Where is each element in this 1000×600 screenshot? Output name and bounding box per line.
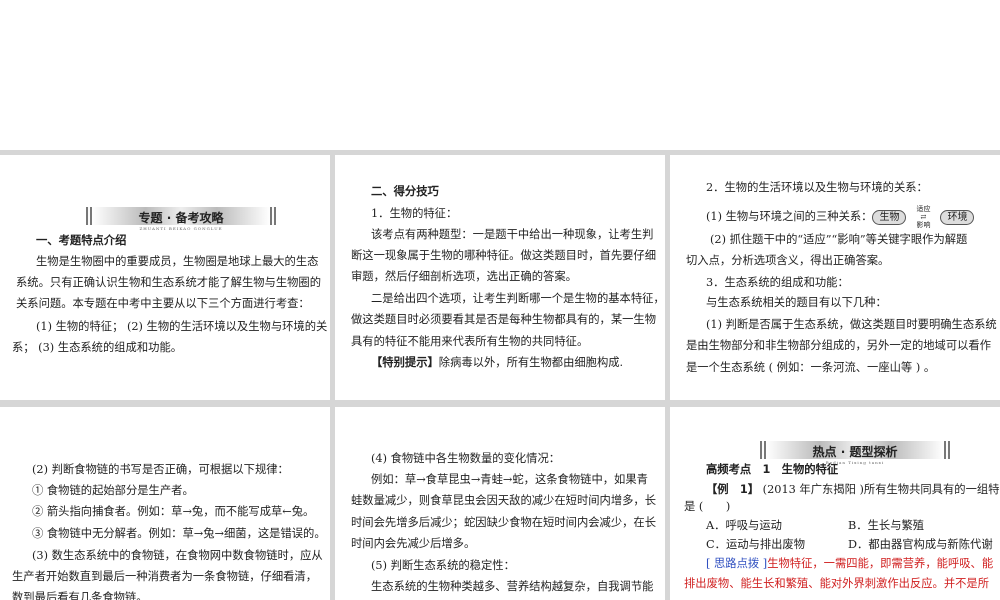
text-line: 生态系统的生物种类越多、营养结构越复杂，自我调节能 <box>371 580 654 593</box>
text-line: 2．生物的生活环境以及生物与环境的关系： <box>706 181 928 194</box>
banner-title: 热点 · 题型探析 <box>812 445 898 459</box>
text-line: 生物是生物圈中的重要成员，生物圈是地球上最大的生态 <box>36 255 319 268</box>
text-line: 时间会先增多后减少；蛇因缺少食物在短时间内会减少，在长 <box>351 516 657 529</box>
text-line: (1) 生物的特征； (2) 生物的生活环境以及生物与环境的关 <box>36 320 328 333</box>
example-text: 所有生物共同具有的一组特征 <box>863 483 1000 496</box>
section-heading: 一、考题特点介绍 <box>36 234 127 247</box>
text-line: 二是给出四个选项，让考生判断哪一个是生物的基本特征， <box>371 292 665 305</box>
tip-label: 【特别提示】 <box>371 356 439 369</box>
hint-line: [ 思路点拨 ]生物特征，一需四能，即需营养，能呼吸、能 <box>706 557 993 571</box>
text-line: 系统。只有正确认识生物和生态系统才能了解生物与生物圈的 <box>16 276 322 289</box>
text-line: 系； (3) 生态系统的组成和功能。 <box>12 341 183 354</box>
relation-line: (1) 生物与环境之间的三种关系： 生物适应 ⇄ 影响环境 <box>706 205 975 229</box>
tip-text: 除病毒以外，所有生物都由细胞构成. <box>438 356 624 369</box>
text-line: 生产者开始数直到最后一种消费者为一条食物链，仔细看清， <box>12 570 318 583</box>
text-line: 时间内会先减少后增多。 <box>351 537 476 550</box>
text-line: ② 箭头指向捕食者。例如：草→兔，而不能写成草←兔。 <box>32 505 315 518</box>
option-a: A．呼吸与运动 <box>706 519 782 532</box>
text-line: ③ 食物链中无分解者。例如：草→兔→细菌，这是错误的。 <box>32 527 326 540</box>
option-b: B．生长与繁殖 <box>848 519 925 532</box>
text-line: (3) 数生态系统中的食物链，在食物网中数食物链时，应从 <box>32 549 323 562</box>
example-source: (2013 年广东揭阳 ) <box>762 483 864 496</box>
influence-label: 影响 <box>916 221 931 229</box>
slide-2: 二、得分技巧 1．生物的特征： 该考点有两种题型：一是题干中给出一种现象，让考生… <box>335 155 665 400</box>
banner-title: 专题 · 备考攻略 <box>138 211 224 225</box>
text-line: 该考点有两种题型：一是题干中给出一种现象，让考生判 <box>371 228 654 241</box>
slide-6: 热点 · 题型探析 Redian Tixing tanxi 高频考点 1 生物的特… <box>670 407 1000 600</box>
topic-heading: 高频考点 1 生物的特征 <box>706 463 839 476</box>
text-line: 例如：草→食草昆虫→青蛙→蛇，这条食物链中，如果青 <box>371 473 648 486</box>
text-line: 蛙数量减少，则食草昆虫会因天敌的减少在短时间内增多，长 <box>351 494 657 507</box>
section-heading: 二、得分技巧 <box>371 185 439 198</box>
option-d: D．都由器官构成与新陈代谢 <box>848 538 993 551</box>
text-line: 切入点，分析选项含义，得出正确答案。 <box>686 254 890 267</box>
text-line: 数到最后看有几条食物链。 <box>12 591 148 600</box>
adapt-label: 适应 <box>916 205 931 213</box>
slide-4: (2) 判断食物链的书写是否正确，可根据以下规律： ① 食物链的起始部分是生产者… <box>0 407 330 600</box>
text-line: 1．生物的特征： <box>371 207 458 220</box>
example-label: 【例 1】 <box>706 483 760 496</box>
text-line: 是 ( ) <box>684 500 731 513</box>
text-line: (1) 判断是否属于生态系统，做这类题目时要明确生态系统 <box>706 318 997 331</box>
text-line: 3．生态系统的组成和功能： <box>706 276 849 289</box>
section-banner: 热点 · 题型探析 Redian Tixing tanxi <box>760 441 950 465</box>
slide-3: 2．生物的生活环境以及生物与环境的关系： (1) 生物与环境之间的三种关系： 生物… <box>670 155 1000 400</box>
hint-text: 排出废物、能生长和繁殖、能对外界刺激作出反应。并不是所 <box>684 577 990 590</box>
hint-text: 生物特征，一需四能，即需营养，能呼吸、能 <box>767 557 994 570</box>
relation-arrows: 适应 ⇄ 影响 <box>916 205 931 229</box>
text-line: ① 食物链的起始部分是生产者。 <box>32 484 194 497</box>
hint-label: [ 思路点拨 ] <box>706 557 768 570</box>
text-line: 具有的特征不能用来代表所有生物的共同特征。 <box>351 335 589 348</box>
environment-oval: 环境 <box>940 209 975 225</box>
text-line: (2) 抓住题干中的“适应”“影响”等关键字眼作为解题 <box>710 233 968 246</box>
text-line: 是一个生态系统 ( 例如：一条河流、一座山等 ) 。 <box>686 361 936 374</box>
text-line: (4) 食物链中各生物数量的变化情况： <box>371 452 561 465</box>
text-line: 与生态系统相关的题目有以下几种： <box>706 296 887 309</box>
section-banner: 专题 · 备考攻略 ZHUANTI BEIKAO GONGLUE <box>86 207 276 231</box>
organism-oval: 生物 <box>872 209 907 225</box>
text-line: (5) 判断生态系统的稳定性： <box>371 559 515 572</box>
special-tip: 【特别提示】除病毒以外，所有生物都由细胞构成. <box>371 356 623 370</box>
text-line: (2) 判断食物链的书写是否正确，可根据以下规律： <box>32 463 289 476</box>
example-line: 【例 1】 (2013 年广东揭阳 )所有生物共同具有的一组特征 <box>706 483 1000 497</box>
text-line: (1) 生物与环境之间的三种关系： <box>706 210 873 223</box>
option-c: C．运动与排出废物 <box>706 538 806 551</box>
slide-1: 专题 · 备考攻略 ZHUANTI BEIKAO GONGLUE 一、考题特点介绍… <box>0 155 330 400</box>
text-line: 是由生物部分和非生物部分组成的，另外一定的地域可以看作 <box>686 339 992 352</box>
banner-subtitle: ZHUANTI BEIKAO GONGLUE <box>139 226 223 231</box>
text-line: 断这一现象属于生物的哪种特征。做这类题目时，首先要仔细 <box>351 249 657 262</box>
text-line: 审题，然后仔细剖析选项，选出正确的答案。 <box>351 270 577 283</box>
text-line: 做这类题目时必须要看其是否是每种生物都具有的，某一生物 <box>351 313 657 326</box>
slide-5: (4) 食物链中各生物数量的变化情况： 例如：草→食草昆虫→青蛙→蛇，这条食物链… <box>335 407 665 600</box>
text-line: 关系问题。本专题在中考中主要从以下三个方面进行考查： <box>16 297 310 310</box>
